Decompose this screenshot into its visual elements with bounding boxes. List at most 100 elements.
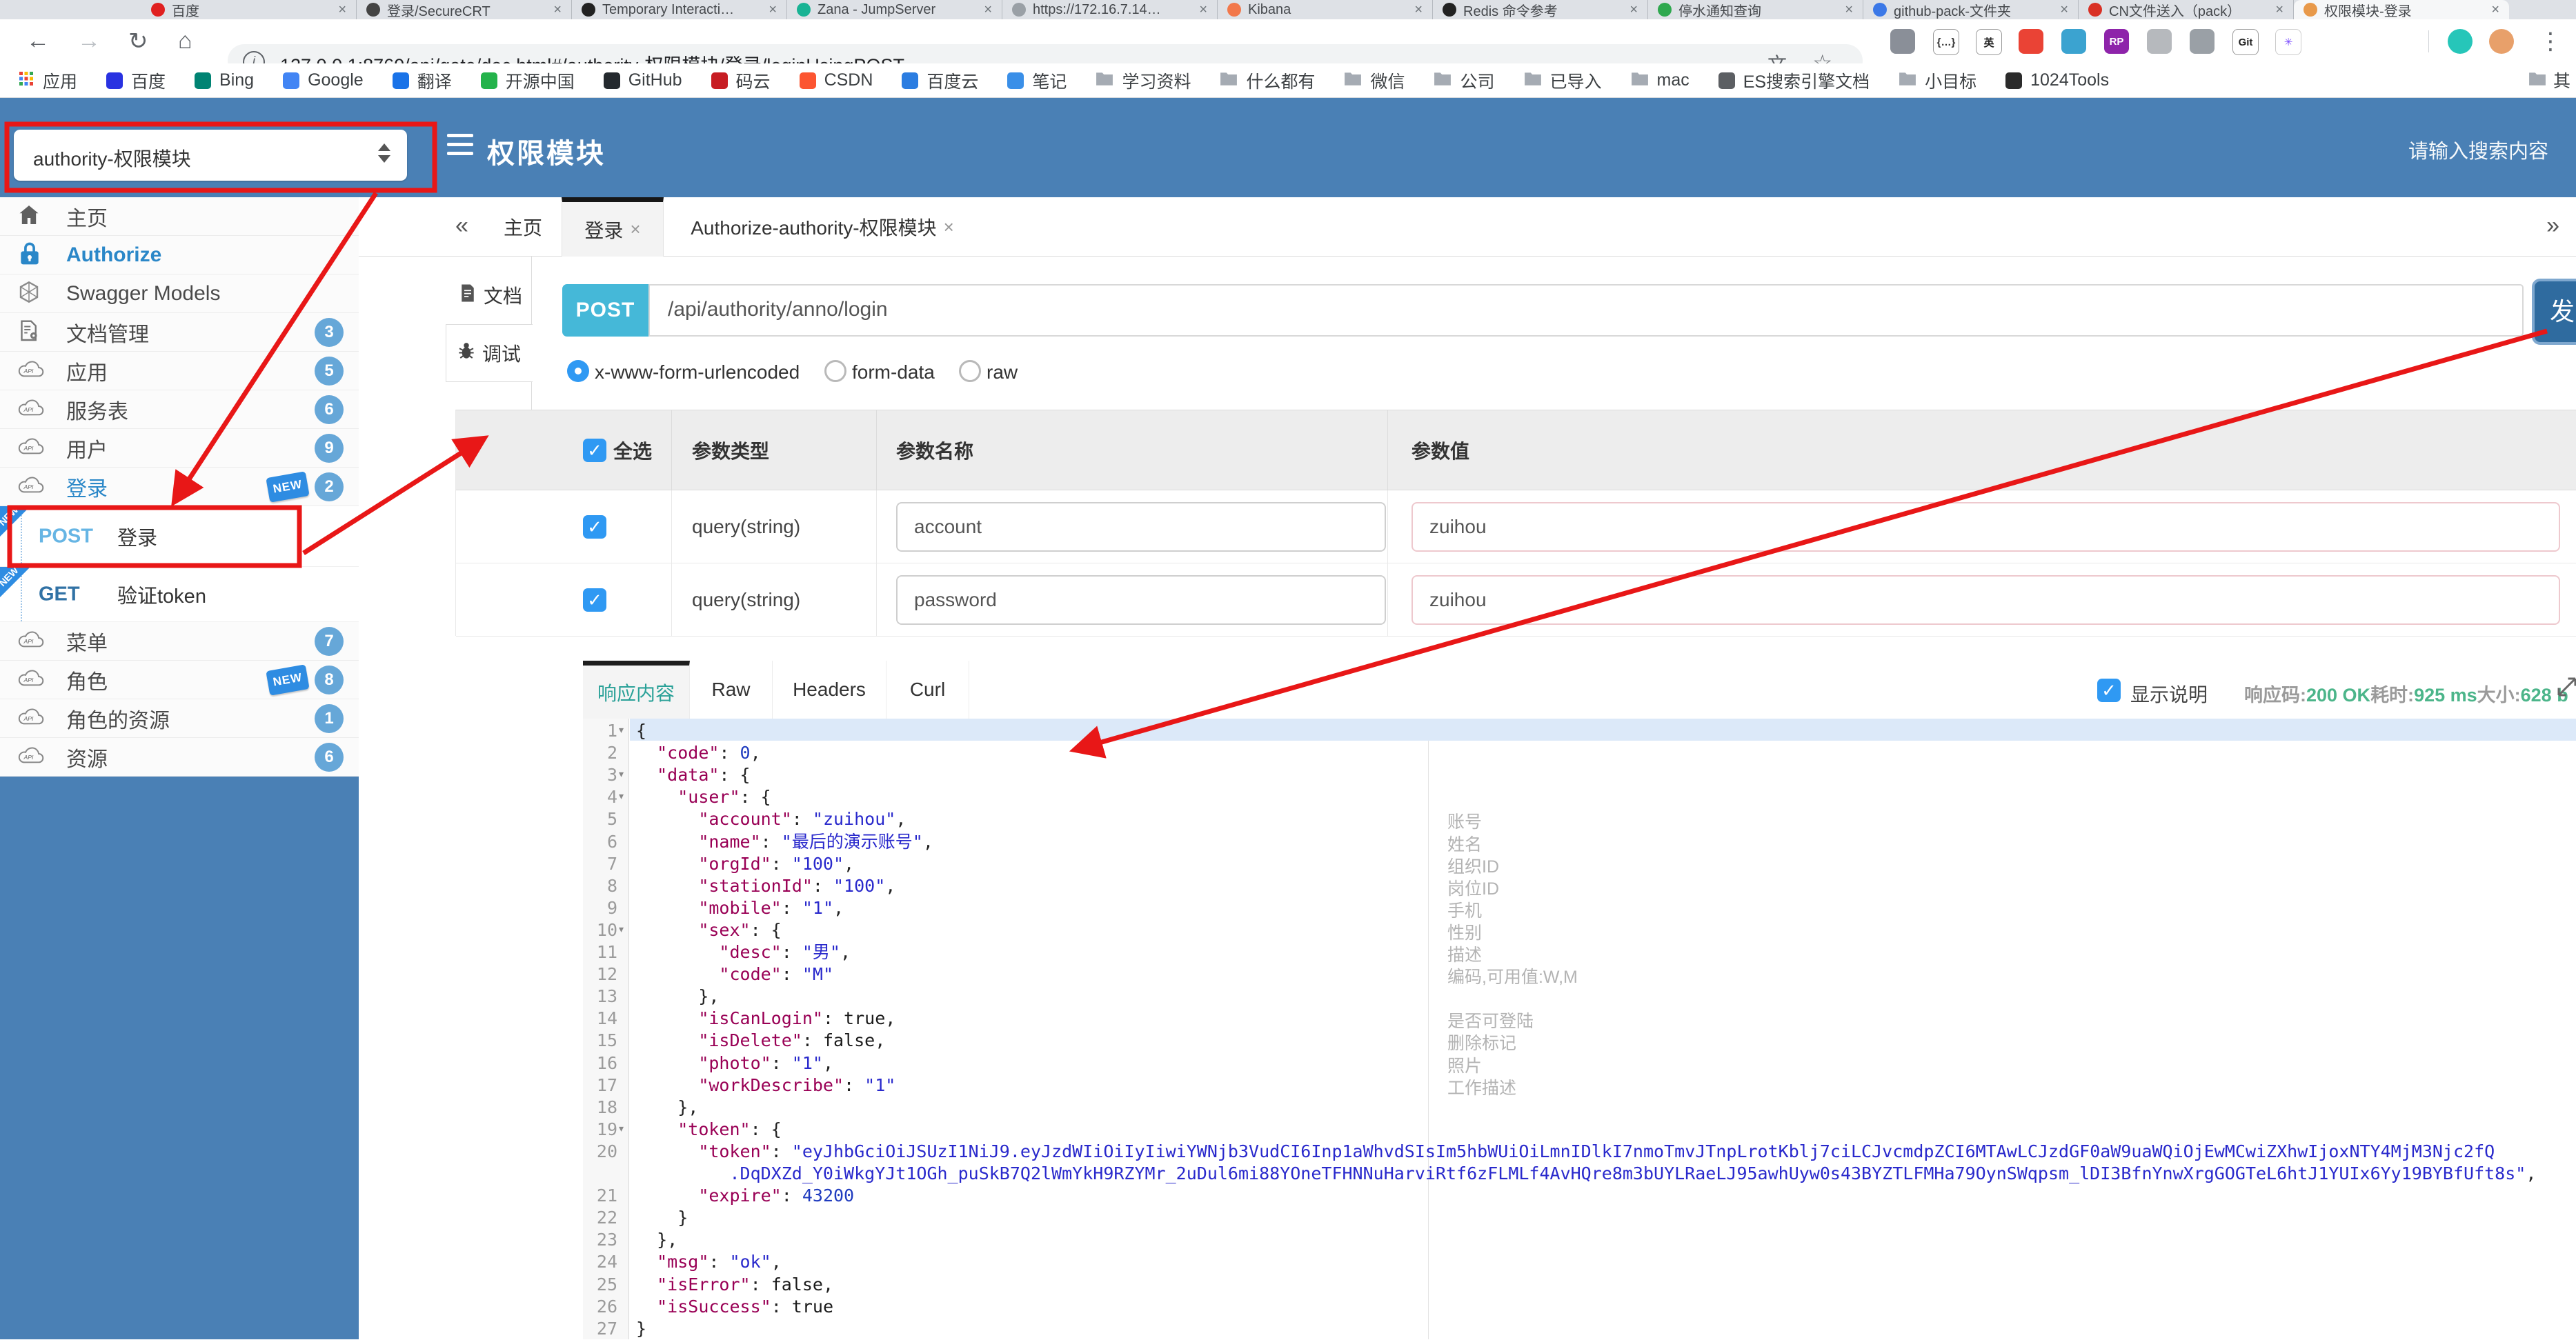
tab-close-icon[interactable]: × <box>1199 2 1207 18</box>
tab-close-icon[interactable]: × <box>1629 2 1638 18</box>
param-value-input[interactable]: zuihou <box>1411 501 2560 552</box>
bookmarks-overflow[interactable]: 其 <box>2522 68 2570 92</box>
json-extension-icon[interactable]: {…} <box>1933 29 1959 55</box>
sidebar-item-登录[interactable]: API 登录 NEW 2 <box>0 468 359 506</box>
fold-caret-icon[interactable]: ▾ <box>619 923 624 935</box>
bookmark-item[interactable]: 什么都有 <box>1220 68 1315 93</box>
reload-icon[interactable]: ↻ <box>128 28 148 55</box>
bookmark-item[interactable]: 微信 <box>1344 68 1405 93</box>
open-doc-tab[interactable]: 登录 × <box>562 197 664 257</box>
open-doc-tab[interactable]: 主页 <box>491 197 555 257</box>
browser-tab[interactable]: Kibana × <box>1218 0 1433 19</box>
content-type-radio-raw[interactable] <box>959 360 981 382</box>
asterisk-extension-icon[interactable]: ✳ <box>2275 29 2301 55</box>
sidebar-item-主页[interactable]: 主页 <box>0 197 359 236</box>
tab-close-icon[interactable]: × <box>2491 2 2499 18</box>
sidebar-item-文档管理[interactable]: 文档管理 3 <box>0 313 359 352</box>
colorwheel-extension-icon[interactable] <box>2019 29 2043 54</box>
sidebar-item-角色的资源[interactable]: API 角色的资源 1 <box>0 699 359 738</box>
bookmark-item[interactable]: 码云 <box>711 68 771 93</box>
select-all-checkbox[interactable]: ✓ <box>583 439 606 462</box>
shield-extension-icon[interactable] <box>2190 29 2215 54</box>
param-row-checkbox[interactable]: ✓ <box>583 588 606 612</box>
sidebar-item-Authorize[interactable]: Authorize <box>0 236 359 274</box>
show-description-checkbox[interactable]: ✓ <box>2097 679 2121 702</box>
home-icon[interactable]: ⌂ <box>178 28 192 54</box>
bookmark-item[interactable]: Bing <box>195 70 254 90</box>
hamburger-icon[interactable] <box>447 134 473 161</box>
bookmark-item[interactable]: 公司 <box>1434 68 1495 93</box>
open-doc-tab[interactable]: Authorize-authority-权限模块 × <box>671 197 974 257</box>
sidebar-item-服务表[interactable]: API 服务表 6 <box>0 390 359 429</box>
fold-caret-icon[interactable]: ▾ <box>619 1123 624 1134</box>
browser-tab[interactable]: 登录/SecureCRT × <box>357 0 572 19</box>
rail-tab-文档[interactable]: 文档 <box>457 274 526 316</box>
tab-close-icon[interactable]: × <box>553 2 562 18</box>
bookmark-item[interactable]: 学习资料 <box>1096 68 1191 93</box>
back-icon[interactable]: ← <box>26 28 50 54</box>
response-tab-响应内容[interactable]: 响应内容 <box>583 661 690 719</box>
sidebar-item-菜单[interactable]: API 菜单 7 <box>0 622 359 661</box>
sidebar-item-角色[interactable]: API 角色 NEW 8 <box>0 661 359 699</box>
fold-caret-icon[interactable]: ▾ <box>619 724 624 736</box>
param-name-input[interactable]: password <box>896 574 1386 625</box>
sidebar-operation-GET[interactable]: NEW GET 验证token <box>0 565 359 622</box>
axure-rp-extension-icon[interactable]: RP <box>2104 29 2129 54</box>
tab-close-icon[interactable]: × <box>2275 2 2283 18</box>
bookmark-item[interactable]: 1024Tools <box>2005 70 2109 90</box>
module-select[interactable]: authority-权限模块 <box>14 130 407 181</box>
bookmark-item[interactable]: mac <box>1631 70 1690 90</box>
fold-caret-icon[interactable]: ▾ <box>619 790 624 802</box>
response-tab-Headers[interactable]: Headers <box>773 661 886 719</box>
doc-tab-close-icon[interactable]: × <box>630 219 640 240</box>
global-search-input[interactable]: 请输入搜索内容 <box>2408 135 2548 164</box>
browser-tab[interactable]: CN文件送入（pack） × <box>2079 0 2294 19</box>
sidebar-item-用户[interactable]: API 用户 9 <box>0 429 359 468</box>
sidebar-item-应用[interactable]: API 应用 5 <box>0 352 359 390</box>
browser-menu-icon[interactable]: ⋮ <box>2539 28 2562 55</box>
teal-extension-icon[interactable] <box>2448 29 2473 54</box>
fold-caret-icon[interactable]: ▾ <box>619 768 624 780</box>
rail-tab-调试[interactable]: 调试 <box>446 324 533 382</box>
browser-tab[interactable]: 权限模块-登录 × <box>2294 0 2509 19</box>
browser-tab[interactable]: github-pack-文件夹 × <box>1863 0 2079 19</box>
bookmark-item[interactable]: 已导入 <box>1524 68 1602 93</box>
bookmark-item[interactable]: 开源中国 <box>480 68 575 93</box>
browser-tab[interactable]: Temporary Interacti… × <box>572 0 787 19</box>
ring-extension-icon[interactable] <box>2147 29 2172 54</box>
tab-close-icon[interactable]: × <box>984 2 992 18</box>
response-tab-Curl[interactable]: Curl <box>886 661 969 719</box>
bookmark-item[interactable]: 百度 <box>106 68 166 93</box>
browser-tab[interactable]: 停水通知查询 × <box>1648 0 1863 19</box>
collapse-sidebar-icon[interactable]: « <box>455 212 468 239</box>
bookmark-item[interactable]: Google <box>283 70 364 90</box>
doc-tab-close-icon[interactable]: × <box>944 217 954 238</box>
tab-close-icon[interactable]: × <box>338 2 346 18</box>
send-request-button[interactable]: 发 <box>2532 279 2576 345</box>
param-row-checkbox[interactable]: ✓ <box>583 515 606 539</box>
bookmark-item[interactable]: 百度云 <box>902 68 978 93</box>
bookmark-item[interactable]: 笔记 <box>1007 68 1067 93</box>
content-type-radio-form-data[interactable] <box>824 360 846 382</box>
notes-extension-icon[interactable] <box>1890 29 1915 54</box>
en-switch-extension-icon[interactable]: 英 <box>1976 29 2002 55</box>
gitzip-extension-icon[interactable]: Git <box>2232 29 2259 55</box>
tab-close-icon[interactable]: × <box>769 2 777 18</box>
globe-extension-icon[interactable] <box>2061 29 2086 54</box>
tab-close-icon[interactable]: × <box>1845 2 1853 18</box>
profile-avatar[interactable] <box>2489 29 2514 54</box>
browser-tab[interactable]: Redis 命令参考 × <box>1433 0 1648 19</box>
browser-tab[interactable]: 百度 × <box>141 0 357 19</box>
expand-response-icon[interactable] <box>2555 674 2576 703</box>
tab-close-icon[interactable]: × <box>2060 2 2068 18</box>
browser-tab[interactable]: Zana - JumpServer × <box>787 0 1002 19</box>
param-value-input[interactable]: zuihou <box>1411 574 2560 625</box>
bookmark-item[interactable]: 小目标 <box>1899 68 1976 93</box>
tabs-overflow-icon[interactable]: » <box>2546 212 2559 239</box>
bookmark-item[interactable]: CSDN <box>799 70 873 90</box>
bookmark-item[interactable]: 翻译 <box>392 68 452 93</box>
sidebar-item-Swagger Models[interactable]: Swagger Models <box>0 274 359 313</box>
bookmark-item[interactable]: GitHub <box>603 70 682 90</box>
tab-close-icon[interactable]: × <box>1414 2 1423 18</box>
browser-tab[interactable]: https://172.16.7.14… × <box>1002 0 1218 19</box>
